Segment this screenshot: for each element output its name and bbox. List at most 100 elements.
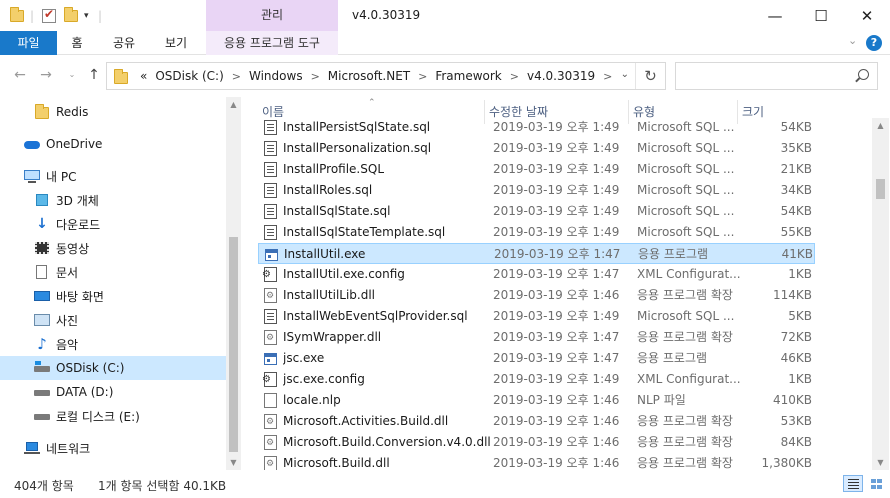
file-row[interactable]: InstallPersistSqlState.sql 2019-03-19 오후 …	[258, 118, 815, 138]
file-type: Microsoft SQL ...	[637, 141, 735, 155]
search-input[interactable]	[676, 63, 846, 89]
sql-file-icon	[264, 120, 277, 135]
large-icons-view-button[interactable]	[866, 475, 886, 492]
nav-item-network[interactable]: 네트워크	[0, 436, 226, 460]
nav-item-pictures[interactable]: 사진	[0, 308, 226, 332]
nav-item-local-disk-e[interactable]: 로컬 디스크 (E:)	[0, 404, 226, 428]
file-row[interactable]: InstallSqlState.sql 2019-03-19 오후 1:49 Mic…	[258, 201, 815, 222]
file-name: InstallRoles.sql	[283, 183, 373, 197]
file-date: 2019-03-19 오후 1:49	[493, 204, 620, 218]
tab-home[interactable]: 홈	[64, 31, 90, 55]
customize-toolbar-icon[interactable]: ▾	[84, 7, 89, 25]
drive-icon	[34, 385, 50, 399]
file-size: 114KB	[772, 288, 812, 302]
file-name: InstallUtilLib.dll	[283, 288, 376, 302]
nav-item-documents[interactable]: 문서	[0, 260, 226, 284]
file-row[interactable]: ISymWrapper.dll 2019-03-19 오후 1:47 응용 프로그램…	[258, 327, 815, 348]
back-icon[interactable]: ←	[10, 65, 30, 85]
file-row[interactable]: InstallProfile.SQL 2019-03-19 오후 1:49 Micr…	[258, 159, 815, 180]
navigation-pane: Redis OneDrive 내 PC 3D 개체 ↓ 다운로드 동영상 문서 …	[0, 97, 226, 470]
file-row[interactable]: InstallWebEventSqlProvider.sql 2019-03-19…	[258, 306, 815, 327]
scroll-up-icon[interactable]: ▲	[226, 97, 241, 112]
file-row[interactable]: InstallSqlStateTemplate.sql 2019-03-19 오후…	[258, 222, 815, 243]
help-icon[interactable]: ?	[866, 35, 882, 51]
breadcrumb-item[interactable]: Microsoft.NET	[324, 69, 414, 83]
file-size: 55KB	[780, 225, 812, 239]
nav-item-osdisk[interactable]: OSDisk (C:)	[0, 356, 226, 380]
expand-ribbon-icon[interactable]: ⌄	[848, 34, 857, 47]
breadcrumb-item[interactable]: v4.0.30319	[523, 69, 599, 83]
scroll-down-icon[interactable]: ▼	[226, 455, 241, 470]
file-type: 응용 프로그램 확장	[637, 330, 733, 344]
details-view-button[interactable]	[843, 475, 863, 492]
breadcrumb-item[interactable]: Framework	[431, 69, 505, 83]
breadcrumb-item[interactable]: OSDisk (C:)	[151, 69, 227, 83]
scrollbar-thumb[interactable]	[229, 237, 238, 452]
sql-file-icon	[264, 225, 277, 240]
tab-file[interactable]: 파일	[0, 31, 57, 55]
tab-view[interactable]: 보기	[160, 31, 192, 55]
search-icon[interactable]	[858, 69, 869, 80]
properties-icon[interactable]	[42, 7, 56, 25]
file-row[interactable]: locale.nlp 2019-03-19 오후 1:46 NLP 파일 410KB	[258, 390, 815, 411]
context-tab-manage[interactable]: 관리	[206, 0, 338, 31]
nav-item-3d-objects[interactable]: 3D 개체	[0, 188, 226, 212]
refresh-icon[interactable]: ↻	[635, 63, 665, 89]
nav-item-redis[interactable]: Redis	[0, 100, 226, 124]
breadcrumb-separator[interactable]: >	[228, 70, 245, 83]
address-bar[interactable]: « OSDisk (C:) > Windows > Microsoft.NET …	[106, 62, 666, 90]
up-icon[interactable]: ↑	[84, 65, 104, 85]
file-list-scrollbar[interactable]: ▲ ▼	[872, 118, 889, 470]
nav-pane-scrollbar[interactable]: ▲ ▼	[226, 97, 241, 470]
nav-item-onedrive[interactable]: OneDrive	[0, 132, 226, 156]
file-row[interactable]: jsc.exe.config 2019-03-19 오후 1:49 XML Conf…	[258, 369, 815, 390]
nav-item-this-pc[interactable]: 내 PC	[0, 164, 226, 188]
nav-item-label: 3D 개체	[56, 193, 99, 208]
nav-item-downloads[interactable]: ↓ 다운로드	[0, 212, 226, 236]
file-date: 2019-03-19 오후 1:49	[493, 183, 620, 197]
file-row[interactable]: InstallUtilLib.dll 2019-03-19 오후 1:46 응용 프…	[258, 285, 815, 306]
forward-icon[interactable]: →	[36, 65, 56, 85]
file-row[interactable]: InstallRoles.sql 2019-03-19 오후 1:49 Micros…	[258, 180, 815, 201]
file-date: 2019-03-19 오후 1:49	[493, 141, 620, 155]
file-row[interactable]: InstallUtil.exe.config 2019-03-19 오후 1:47…	[258, 264, 815, 285]
file-row[interactable]: Microsoft.Build.Conversion.v4.0.dll2019-…	[258, 432, 815, 453]
file-type: Microsoft SQL ...	[637, 225, 735, 239]
search-box[interactable]	[675, 62, 878, 90]
file-name: locale.nlp	[283, 393, 341, 407]
ribbon-tabs: 파일 홈 공유 보기 응용 프로그램 도구 ⌄ ?	[0, 31, 890, 55]
breadcrumb-separator[interactable]: >	[414, 70, 431, 83]
quick-access-folder-icon[interactable]	[10, 7, 24, 25]
maximize-button[interactable]: ☐	[798, 0, 844, 31]
tab-share[interactable]: 공유	[108, 31, 140, 55]
file-name: InstallSqlStateTemplate.sql	[283, 225, 446, 239]
nav-item-videos[interactable]: 동영상	[0, 236, 226, 260]
breadcrumb-overflow[interactable]: «	[136, 69, 151, 83]
nav-item-label: 네트워크	[46, 441, 91, 456]
file-row[interactable]: InstallPersonalization.sql 2019-03-19 오후 …	[258, 138, 815, 159]
file-row[interactable]: Microsoft.Activities.Build.dll 2019-03-19…	[258, 411, 815, 432]
breadcrumb-item[interactable]: Windows	[245, 69, 307, 83]
close-button[interactable]: ✕	[844, 0, 890, 31]
breadcrumb-separator[interactable]: >	[506, 70, 523, 83]
scroll-up-icon[interactable]: ▲	[873, 118, 888, 133]
scrollbar-thumb[interactable]	[876, 179, 885, 199]
nav-item-desktop[interactable]: 바탕 화면	[0, 284, 226, 308]
tab-app-tools[interactable]: 응용 프로그램 도구	[206, 31, 338, 55]
nav-item-data-drive[interactable]: DATA (D:)	[0, 380, 226, 404]
file-row[interactable]: jsc.exe 2019-03-19 오후 1:47 응용 프로그램 46KB	[258, 348, 815, 369]
minimize-button[interactable]: —	[752, 0, 798, 31]
nav-item-label: 바탕 화면	[56, 289, 104, 304]
new-folder-icon[interactable]	[64, 7, 78, 25]
recent-locations-icon[interactable]: ⌄	[62, 65, 82, 85]
nav-item-label: OneDrive	[46, 137, 103, 151]
nav-item-music[interactable]: ♪ 음악	[0, 332, 226, 356]
file-date: 2019-03-19 오후 1:46	[493, 393, 620, 407]
file-row[interactable]: Microsoft.Build.dll 2019-03-19 오후 1:46 응용 …	[258, 453, 815, 470]
scroll-down-icon[interactable]: ▼	[873, 455, 888, 470]
breadcrumb-separator[interactable]: >	[307, 70, 324, 83]
file-row[interactable]: InstallUtil.exe 2019-03-19 오후 1:47 응용 프로그램…	[258, 243, 815, 264]
file-type: 응용 프로그램 확장	[637, 414, 733, 428]
breadcrumb-separator[interactable]: >	[599, 70, 616, 83]
address-dropdown-icon[interactable]: ⌄	[621, 69, 629, 80]
